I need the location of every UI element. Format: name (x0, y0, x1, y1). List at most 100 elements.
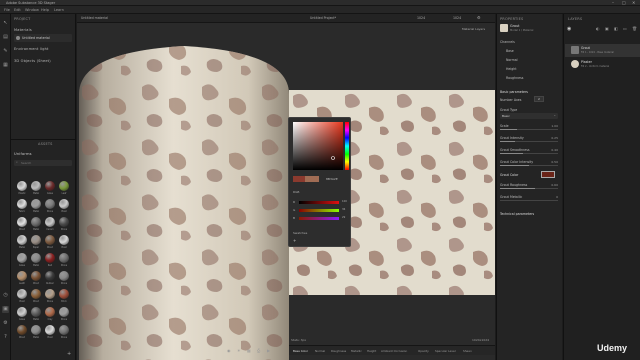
viewport-camera-icon[interactable]: ◉ (227, 348, 231, 353)
asset-swatch[interactable] (45, 325, 55, 335)
viewport-settings-icon[interactable]: ⚙ (477, 15, 481, 20)
add-mask-icon[interactable]: ◧ (614, 26, 618, 31)
color-mode[interactable]: RGB (293, 190, 299, 194)
objects-item[interactable]: 3D Objects (Sheet) (14, 59, 51, 63)
assets-icon[interactable]: ▣ (2, 306, 9, 313)
grid-tool-icon[interactable]: ▦ (2, 62, 9, 69)
saturation-value-field[interactable] (293, 122, 343, 170)
asset-swatch[interactable] (31, 199, 41, 209)
zoom-right[interactable]: 1024 (453, 16, 461, 20)
basic-params-section[interactable]: Basic parameters (500, 90, 528, 94)
asset-swatch[interactable] (17, 235, 27, 245)
layers-tool-icon[interactable]: ▤ (2, 34, 9, 41)
param-value-4[interactable]: 0.40 (551, 148, 558, 152)
channel-base-color[interactable]: Base Color (293, 349, 308, 353)
asset-swatch[interactable] (45, 271, 55, 281)
grout-smoothness-slider[interactable] (500, 153, 558, 154)
asset-swatch[interactable] (45, 181, 55, 191)
delete-layer-icon[interactable]: 🗑 (632, 26, 637, 31)
asset-swatch[interactable] (59, 181, 69, 191)
asset-swatch[interactable] (45, 199, 55, 209)
asset-swatch[interactable] (45, 307, 55, 317)
asset-swatch[interactable] (59, 289, 69, 299)
grout-metallic-slider[interactable] (500, 200, 558, 201)
param-value-3[interactable]: 0.25 (551, 136, 558, 140)
add-layer-icon[interactable]: ▣ (605, 26, 609, 31)
layer-item-grout[interactable]: Grout Fill 1 - 1024 - Base material (565, 44, 640, 57)
channel-height[interactable]: Height (367, 349, 376, 353)
viewport-light-icon[interactable]: ☀ (237, 348, 241, 353)
add-asset-icon[interactable]: + (67, 352, 72, 357)
scale-slider[interactable] (500, 129, 558, 130)
asset-swatch[interactable] (59, 253, 69, 263)
paint-tool-icon[interactable]: ✎ (2, 48, 9, 55)
history-icon[interactable]: ◷ (2, 292, 9, 299)
asset-swatch[interactable] (59, 199, 69, 209)
asset-swatch[interactable] (31, 271, 41, 281)
asset-swatch[interactable] (59, 217, 69, 227)
zoom-left[interactable]: 1024 (417, 16, 425, 20)
param-value-2[interactable]: 1.00 (551, 124, 558, 128)
asset-swatch[interactable] (17, 307, 27, 317)
add-folder-icon[interactable]: ▭ (623, 26, 627, 31)
channel-sheen[interactable]: Sheen (463, 349, 472, 353)
add-swatch-icon[interactable]: + (293, 238, 296, 243)
asset-swatch[interactable] (31, 181, 41, 191)
assets-category[interactable]: Uniforms (14, 152, 32, 156)
viewport-render-icon[interactable]: ▶ (267, 348, 270, 353)
help-icon[interactable]: ? (2, 334, 9, 341)
channel-normal-item[interactable]: Normal (506, 58, 518, 62)
asset-swatch[interactable] (17, 199, 27, 209)
asset-swatch[interactable] (59, 325, 69, 335)
grout-roughness-slider[interactable] (500, 188, 558, 189)
maximize-icon[interactable]: □ (622, 0, 626, 5)
r-slider[interactable] (299, 201, 339, 204)
b-slider[interactable] (299, 217, 339, 220)
asset-swatch[interactable] (31, 307, 41, 317)
asset-swatch[interactable] (31, 235, 41, 245)
asset-swatch[interactable] (45, 253, 55, 263)
viewport-screenshot-icon[interactable]: ⎙ (257, 348, 260, 353)
asset-swatch[interactable] (59, 271, 69, 281)
asset-swatch[interactable] (17, 271, 27, 281)
color-picker-popup[interactable]: 8B3A2E RGB R 100 G 36 B 29 Swatches + (288, 117, 351, 247)
hex-field[interactable]: 8B3A2E (326, 177, 338, 181)
asset-swatch[interactable] (31, 217, 41, 227)
assets-search-input[interactable]: ⌕ Search (14, 160, 72, 166)
grout-intensity-slider[interactable] (500, 141, 558, 142)
render-mode[interactable]: Material Layers (462, 27, 485, 31)
channel-metallic[interactable]: Metallic (351, 349, 362, 353)
asset-swatch[interactable] (17, 253, 27, 263)
materials-section[interactable]: Materials (14, 28, 32, 32)
asset-swatch[interactable] (17, 325, 27, 335)
asset-swatch[interactable] (59, 235, 69, 245)
material-item[interactable]: Untitled material (14, 34, 72, 42)
asset-swatch[interactable] (31, 253, 41, 263)
g-slider[interactable] (299, 209, 339, 212)
asset-swatch[interactable] (45, 217, 55, 227)
channel-height-item[interactable]: Height (506, 67, 517, 71)
channel-specular[interactable]: Specular Level (435, 349, 456, 353)
channel-base[interactable]: Base (506, 49, 514, 53)
minimize-icon[interactable]: – (612, 0, 614, 5)
menu-window[interactable]: Window (25, 8, 39, 12)
asset-swatch[interactable] (17, 181, 27, 191)
channel-opacity[interactable]: Opacity (418, 349, 429, 353)
asset-swatch[interactable] (17, 217, 27, 227)
asset-swatch[interactable] (31, 325, 41, 335)
grout-color-intensity-slider[interactable] (500, 165, 558, 166)
channel-normal[interactable]: Normal (315, 349, 325, 353)
asset-swatch[interactable] (45, 235, 55, 245)
r-value[interactable]: 100 (342, 200, 347, 203)
channel-roughness[interactable]: Roughness (331, 349, 346, 353)
environment-light[interactable]: Environment light (14, 47, 49, 51)
settings-icon[interactable]: ⚙ (2, 320, 9, 327)
menu-edit[interactable]: Edit (14, 8, 21, 12)
viewport-grid-icon[interactable]: ▦ (247, 348, 251, 353)
param-value-7[interactable]: 0 (556, 195, 558, 199)
asset-swatch[interactable] (59, 307, 69, 317)
param-number-field[interactable]: 2 (534, 96, 544, 102)
technical-params-section[interactable]: Technical parameters (500, 212, 534, 216)
grout-color-swatch[interactable] (541, 171, 555, 178)
channels-section[interactable]: Channels (500, 40, 515, 44)
